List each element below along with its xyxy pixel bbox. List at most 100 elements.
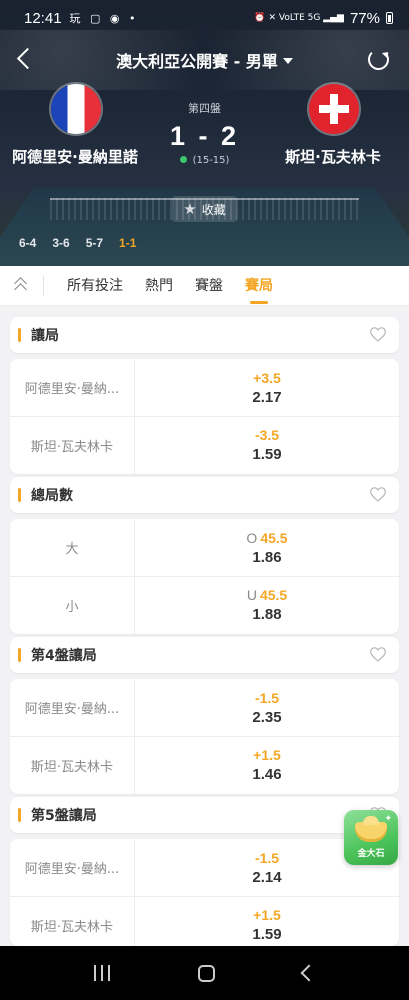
under-prefix: U <box>246 587 257 603</box>
market-odds: 大 O 45.5 1.86 小 U 45.5 1.88 <box>10 519 399 634</box>
odds-row[interactable]: 小 U 45.5 1.88 <box>10 576 399 634</box>
game-score: (15-15) <box>0 155 409 166</box>
odds-row[interactable]: 阿德里安·曼納... -1.5 2.14 <box>10 839 399 896</box>
over-prefix: O <box>246 529 258 546</box>
handicap-line: +1.5 <box>253 907 281 923</box>
total-line: U 45.5 <box>247 586 287 605</box>
tab-popular[interactable]: 熱門 <box>145 266 173 306</box>
odds-button[interactable]: U 45.5 1.88 <box>135 577 399 633</box>
live-dot-icon <box>179 156 187 163</box>
selection-label: 阿德里安·曼納... <box>10 839 135 896</box>
status-right: ⏰ ✕ VoLTE 5G ▂▄▆ 77% <box>254 10 393 27</box>
market-odds: 阿德里安·曼納... -1.5 2.35 斯坦·瓦夫林卡 +1.5 1.46 <box>10 679 399 794</box>
odds-row[interactable]: 斯坦·瓦夫林卡 +1.5 1.46 <box>10 736 399 794</box>
odds-price: 2.17 <box>252 388 282 406</box>
status-bar: 12:41 玩 ▢ ◉ • ⏰ ✕ VoLTE 5G ▂▄▆ 77% <box>0 0 409 36</box>
system-back-icon[interactable] <box>300 964 318 982</box>
accent-bar <box>18 808 21 822</box>
selection-label: 阿德里安·曼納... <box>10 359 135 416</box>
total-value: 45.5 <box>259 587 288 603</box>
odds-price: 2.35 <box>252 708 282 726</box>
market-header[interactable]: 第4盤讓局 <box>10 637 399 673</box>
set-scores: 6-4 3-6 5-7 1-1 <box>19 236 136 250</box>
current-set-label: 第四盤 <box>188 102 221 115</box>
total-line: O 45.5 <box>246 529 287 548</box>
odds-price: 1.59 <box>252 926 282 943</box>
competition-title: 澳大利亞公開賽 - 男單 <box>116 52 278 71</box>
market-title: 讓局 <box>31 328 59 344</box>
tab-sets[interactable]: 賽盤 <box>195 266 223 306</box>
accent-bar <box>18 648 21 662</box>
status-time: 12:41 <box>24 9 62 27</box>
odds-button[interactable]: +1.5 1.59 <box>135 897 399 946</box>
selection-label: 斯坦·瓦夫林卡 <box>10 737 135 794</box>
odds-button[interactable]: +3.5 2.17 <box>135 359 399 416</box>
market-title: 總局數 <box>31 488 73 504</box>
selection-label: 斯坦·瓦夫林卡 <box>10 417 135 474</box>
signal-icons: ⏰ ✕ VoLTE 5G ▂▄▆ <box>254 13 344 23</box>
odds-button[interactable]: -3.5 1.59 <box>135 417 399 473</box>
favorite-label: 收藏 <box>201 202 226 217</box>
market-odds: 阿德里安·曼納... +3.5 2.17 斯坦·瓦夫林卡 -3.5 1.59 <box>10 359 399 474</box>
recents-icon[interactable] <box>94 965 110 981</box>
selection-label: 阿德里安·曼納... <box>10 679 135 736</box>
market-title: 第4盤讓局 <box>31 648 97 664</box>
nav-row: 澳大利亞公開賽 - 男單 <box>0 42 409 76</box>
heart-icon[interactable] <box>369 486 387 502</box>
promo-floating-button[interactable]: ✦ 金大石 <box>344 810 398 865</box>
odds-button[interactable]: +1.5 1.46 <box>135 737 399 793</box>
handicap-line: +3.5 <box>253 369 281 386</box>
odds-row[interactable]: 大 O 45.5 1.86 <box>10 519 399 576</box>
odds-button[interactable]: -1.5 2.35 <box>135 679 399 736</box>
heart-icon[interactable] <box>369 326 387 342</box>
selection-label: 小 <box>10 577 135 634</box>
game-score-text: (15-15) <box>192 155 230 166</box>
heart-icon[interactable] <box>369 646 387 662</box>
odds-button[interactable]: O 45.5 1.86 <box>135 519 399 576</box>
odds-row[interactable]: 斯坦·瓦夫林卡 -3.5 1.59 <box>10 416 399 474</box>
odds-row[interactable]: 斯坦·瓦夫林卡 +1.5 1.59 <box>10 896 399 946</box>
match-header: 12:41 玩 ▢ ◉ • ⏰ ✕ VoLTE 5G ▂▄▆ 77% 澳大利亞公… <box>0 0 409 266</box>
gold-ingot-icon <box>355 816 387 842</box>
battery-percent: 77% <box>349 9 380 27</box>
market-header[interactable]: 總局數 <box>10 477 399 513</box>
set-score: 6-4 <box>19 236 37 250</box>
market-title: 第5盤讓局 <box>31 808 97 824</box>
match-score: 1 - 2 <box>169 121 240 151</box>
star-icon: ★ <box>183 199 197 218</box>
market-header[interactable]: 讓局 <box>10 317 399 353</box>
accent-bar <box>18 328 21 342</box>
double-chevron-up-icon[interactable] <box>0 275 44 296</box>
handicap-line: -1.5 <box>254 849 280 866</box>
handicap-line: +1.5 <box>253 747 281 763</box>
selection-label: 大 <box>10 519 135 576</box>
odds-price: 1.46 <box>252 766 282 783</box>
set-score: 5-7 <box>85 236 104 250</box>
selection-label: 斯坦·瓦夫林卡 <box>10 897 135 946</box>
favorite-button[interactable]: ★ 收藏 <box>172 196 237 222</box>
handicap-line: -3.5 <box>254 427 280 443</box>
home-icon[interactable] <box>198 964 215 982</box>
refresh-icon[interactable] <box>368 49 389 70</box>
promo-label: 金大石 <box>357 849 385 859</box>
notification-icons: 玩 ▢ ◉ • <box>69 12 139 25</box>
set-score-current: 1-1 <box>119 236 137 250</box>
battery-icon <box>386 12 393 24</box>
odds-row[interactable]: 阿德里安·曼納... +3.5 2.17 <box>10 359 399 416</box>
caret-down-icon <box>282 58 293 64</box>
handicap-line: -1.5 <box>254 689 280 706</box>
odds-price: 2.14 <box>252 868 282 886</box>
odds-price: 1.59 <box>252 446 282 463</box>
odds-price: 1.86 <box>252 548 282 566</box>
total-value: 45.5 <box>260 529 288 546</box>
market-header[interactable]: 第5盤讓局 <box>10 797 399 833</box>
odds-price: 1.88 <box>252 606 282 623</box>
tab-games[interactable]: 賽局 <box>245 266 273 306</box>
odds-row[interactable]: 阿德里安·曼納... -1.5 2.35 <box>10 679 399 736</box>
market-odds: 阿德里安·曼納... -1.5 2.14 斯坦·瓦夫林卡 +1.5 1.59 <box>10 839 399 946</box>
set-score: 3-6 <box>52 236 70 250</box>
tab-all-bets[interactable]: 所有投注 <box>67 266 123 306</box>
competition-selector[interactable]: 澳大利亞公開賽 - 男單 <box>0 48 409 72</box>
system-navigation-bar <box>0 946 409 1000</box>
market-tabs: 所有投注 熱門 賽盤 賽局 <box>0 266 409 306</box>
